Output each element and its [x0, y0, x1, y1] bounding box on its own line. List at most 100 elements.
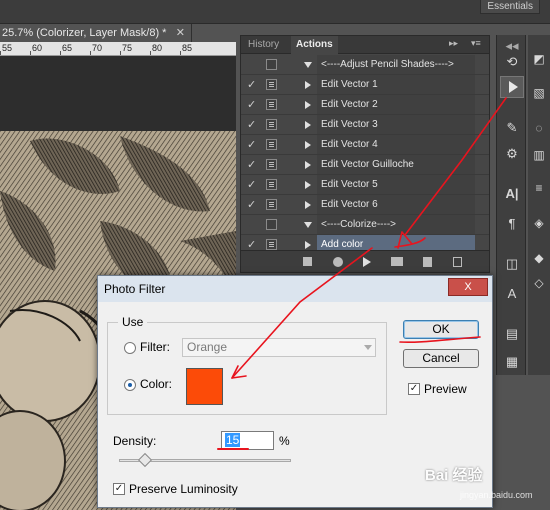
styles-icon[interactable]: ◌ [531, 120, 547, 136]
trash-icon[interactable] [453, 257, 462, 267]
expand-down-icon[interactable] [304, 222, 312, 228]
layer-comps-icon[interactable]: ◇ [531, 275, 547, 291]
collapse-icon[interactable]: ▸▸ [449, 38, 458, 49]
action-row[interactable]: ✓ Edit Vector 4 [241, 135, 489, 155]
expand-right-icon[interactable] [305, 81, 311, 89]
toggle-item-checkbox[interactable]: ✓ [247, 76, 259, 94]
expand-right-icon[interactable] [305, 141, 311, 149]
toggle-dialog-icon[interactable] [266, 199, 277, 210]
expand-right-icon[interactable] [305, 121, 311, 129]
panel-tab-bar: History Actions ▸▸ ▾≡ [241, 36, 489, 54]
toggle-item-checkbox[interactable]: ✓ [247, 136, 259, 154]
expand-right-icon[interactable] [305, 241, 311, 249]
ruler-tick-label: 80 [152, 43, 163, 53]
toggle-dialog-icon[interactable] [266, 139, 277, 150]
toggle-item-checkbox[interactable]: ✓ [247, 176, 259, 194]
play-icon[interactable] [363, 257, 371, 267]
paragraph-icon[interactable]: ¶ [502, 215, 522, 233]
document-tab[interactable]: 25.7% (Colorizer, Layer Mask/8) * ✕ [0, 24, 192, 42]
toggle-dialog-icon[interactable] [266, 79, 277, 90]
layers-icon[interactable]: ◫ [502, 255, 522, 273]
tab-history[interactable]: History [243, 36, 284, 54]
right-tool-strip: ◂◂ ⟲ ✎ ⚙ A| ¶ ◫ A ▤ ▦ [496, 35, 526, 375]
expand-right-icon[interactable] [305, 181, 311, 189]
use-group: Use [107, 315, 387, 415]
ruler-tick-mark [30, 51, 31, 55]
notes-icon[interactable]: ▤ [502, 325, 522, 343]
actions-footer [241, 250, 489, 272]
density-unit: % [279, 434, 290, 448]
expand-down-icon[interactable] [304, 62, 312, 68]
toggle-dialog-icon[interactable] [266, 179, 277, 190]
toggle-item-checkbox[interactable] [247, 56, 259, 74]
expand-right-icon[interactable] [305, 201, 311, 209]
channels-icon[interactable]: ◈ [531, 215, 547, 231]
density-slider-thumb[interactable] [137, 452, 152, 468]
record-icon[interactable] [333, 257, 343, 267]
action-label: Edit Vector 5 [317, 175, 475, 194]
toggle-dialog-icon[interactable] [266, 99, 277, 110]
toggle-dialog-icon[interactable] [266, 119, 277, 130]
stop-icon[interactable] [303, 257, 312, 266]
swatches-icon[interactable]: ▧ [531, 85, 547, 101]
dialog-title-bar: Photo Filter X [98, 276, 492, 302]
action-row[interactable]: ✓ Edit Vector 3 [241, 115, 489, 135]
new-set-icon[interactable] [391, 257, 403, 266]
info-icon[interactable]: ▦ [502, 353, 522, 371]
adjust-icon[interactable]: ⚙ [502, 145, 522, 163]
toggle-item-checkbox[interactable]: ✓ [247, 96, 259, 114]
new-action-icon[interactable] [423, 257, 432, 267]
expand-right-icon[interactable] [305, 161, 311, 169]
density-input[interactable]: 15 [221, 431, 274, 450]
workspace-switcher[interactable]: Essentials [480, 0, 540, 14]
close-tab-icon[interactable]: ✕ [176, 24, 185, 42]
character-icon[interactable]: A| [502, 185, 522, 203]
masks-icon[interactable]: ≡ [531, 180, 547, 196]
filter-radio[interactable] [124, 342, 136, 354]
toggle-dialog-icon[interactable] [266, 159, 277, 170]
ruler-tick-label: 55 [2, 43, 13, 53]
action-row[interactable]: ✓ Edit Vector 1 [241, 75, 489, 95]
adjustments-icon[interactable]: ▥ [531, 147, 547, 163]
toggle-dialog-icon[interactable] [266, 59, 277, 70]
toggle-item-checkbox[interactable]: ✓ [247, 196, 259, 214]
density-label: Density: [113, 434, 157, 448]
action-label: Edit Vector 6 [317, 195, 475, 214]
action-label: Edit Vector 1 [317, 75, 475, 94]
document-tab-title: 25.7% (Colorizer, Layer Mask/8) * [2, 27, 167, 39]
toggle-item-checkbox[interactable] [247, 216, 259, 234]
cancel-button[interactable]: Cancel [403, 349, 479, 368]
brush-icon[interactable]: ✎ [502, 119, 522, 137]
toggle-item-checkbox[interactable]: ✓ [247, 156, 259, 174]
action-row[interactable]: ✓ Edit Vector 2 [241, 95, 489, 115]
filter-select[interactable]: Orange [182, 338, 376, 357]
paths-icon[interactable]: ◆ [531, 250, 547, 266]
panel-menu-icon[interactable]: ▾≡ [471, 38, 481, 49]
actions-play-icon[interactable] [500, 76, 524, 98]
toggle-dialog-icon[interactable] [266, 239, 277, 250]
preserve-luminosity-checkbox[interactable]: ✓ [113, 483, 125, 495]
action-row[interactable]: <----Colorize----> [241, 215, 489, 235]
filter-label: Filter: [140, 340, 170, 354]
ruler-tick-label: 75 [122, 43, 133, 53]
action-row[interactable]: <----Adjust Pencil Shades----> [241, 55, 489, 75]
ok-button[interactable]: OK [403, 320, 479, 339]
color-radio[interactable] [124, 379, 136, 391]
color-swatch[interactable] [186, 368, 223, 405]
action-label: Edit Vector 3 [317, 115, 475, 134]
action-row[interactable]: ✓ Edit Vector Guilloche [241, 155, 489, 175]
type-icon[interactable]: A [502, 285, 522, 303]
ruler-tick-mark [150, 51, 151, 55]
preview-checkbox[interactable]: ✓ [408, 383, 420, 395]
tab-actions[interactable]: Actions [291, 36, 338, 54]
history-brush-icon[interactable]: ⟲ [502, 53, 522, 71]
color-icon[interactable]: ◩ [531, 51, 547, 67]
toggle-item-checkbox[interactable]: ✓ [247, 116, 259, 134]
actions-panel: History Actions ▸▸ ▾≡ <----Adjust Pencil… [240, 35, 490, 273]
toggle-dialog-icon[interactable] [266, 219, 277, 230]
action-row[interactable]: ✓ Edit Vector 6 [241, 195, 489, 215]
expand-right-icon[interactable] [305, 101, 311, 109]
action-row[interactable]: ✓ Edit Vector 5 [241, 175, 489, 195]
use-group-label: Use [118, 315, 148, 329]
close-dialog-button[interactable]: X [448, 278, 488, 296]
